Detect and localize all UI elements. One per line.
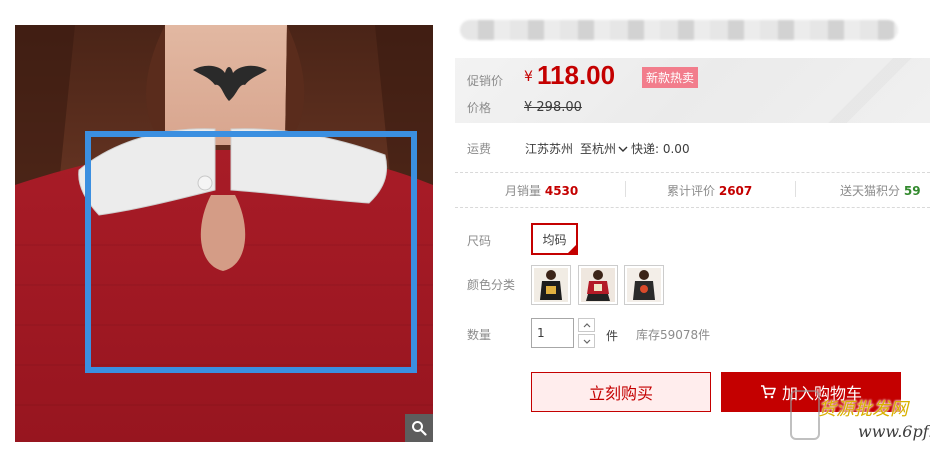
size-option-selected[interactable]: 均码	[531, 223, 578, 255]
shipping-fee: 快递: 0.00	[631, 142, 690, 156]
promo-price: 118.00	[537, 60, 616, 90]
buy-now-label: 立刻购买	[588, 384, 653, 403]
zoom-button[interactable]	[405, 414, 433, 442]
magnifier-icon	[412, 421, 427, 436]
currency-symbol: ¥	[524, 69, 533, 85]
monthly-sales: 月销量 4530	[505, 182, 578, 199]
tmall-points-value: 59	[903, 184, 921, 198]
product-image[interactable]	[15, 25, 433, 442]
color-option-thumb[interactable]	[578, 265, 618, 305]
color-thumb-image	[581, 268, 615, 302]
image-focus-box	[85, 131, 417, 373]
quantity-increase-button[interactable]	[578, 318, 595, 332]
monthly-sales-value: 4530	[544, 184, 579, 198]
review-count-label: 累计评价	[667, 184, 716, 198]
color-thumb-image	[534, 268, 568, 302]
shipping-label: 运费	[467, 142, 492, 156]
color-option-thumb[interactable]	[531, 265, 571, 305]
color-thumb-image	[627, 268, 661, 302]
promo-price-label: 促销价	[467, 74, 504, 88]
review-count-value: 2607	[718, 184, 753, 198]
quantity-input[interactable]	[531, 318, 574, 348]
review-count[interactable]: 累计评价 2607	[667, 182, 752, 199]
shipping-destination-select[interactable]: 至杭州	[580, 140, 628, 157]
color-option-thumb[interactable]	[624, 265, 664, 305]
original-price-label: 价格	[467, 101, 492, 115]
new-hot-badge: 新款热卖	[642, 67, 699, 88]
cart-icon	[760, 385, 776, 399]
stat-separator	[625, 181, 626, 197]
color-label: 颜色分类	[467, 278, 516, 292]
shipping-destination: 至杭州	[580, 142, 617, 156]
watermark-text: 货源批发网	[818, 399, 908, 420]
watermark-url: www.6pf.cn	[858, 422, 930, 441]
size-option-label: 均码	[542, 232, 567, 247]
tmall-points: 送天猫积分 59	[840, 182, 921, 199]
original-price: ¥ 298.00	[524, 100, 582, 115]
stat-separator	[795, 181, 796, 197]
sales-stats: 月销量 4530 累计评价 2607 送天猫积分 59	[455, 172, 930, 206]
size-label: 尺码	[467, 234, 492, 248]
buy-now-button[interactable]: 立刻购买	[531, 372, 711, 412]
watermark-logo	[790, 390, 820, 440]
quantity-decrease-button[interactable]	[578, 334, 595, 348]
monthly-sales-label: 月销量	[505, 184, 542, 198]
chevron-down-icon	[583, 339, 590, 344]
chevron-down-icon	[618, 146, 628, 152]
quantity-unit: 件	[606, 329, 619, 343]
product-title-obscured	[460, 20, 898, 40]
shipping-origin: 江苏苏州	[525, 142, 574, 156]
stock-count: 库存59078件	[636, 328, 711, 342]
tmall-points-label: 送天猫积分	[840, 184, 901, 198]
chevron-up-icon	[583, 322, 590, 327]
divider	[455, 207, 930, 208]
quantity-label: 数量	[467, 328, 492, 342]
